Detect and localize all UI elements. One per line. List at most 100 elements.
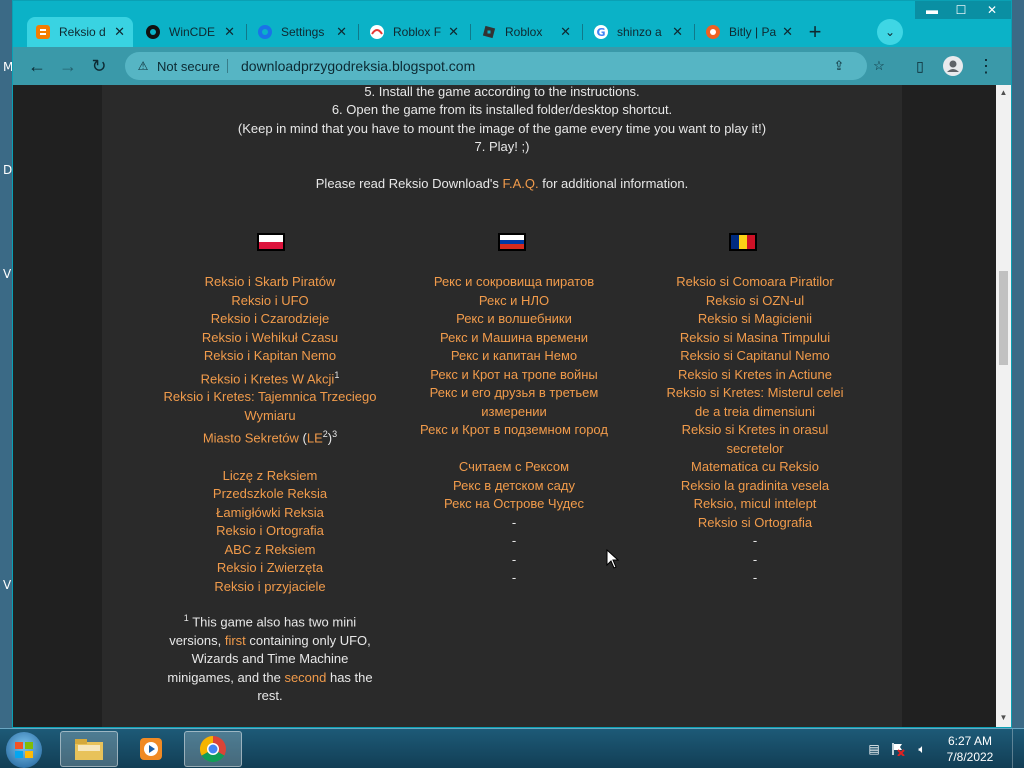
game-link[interactable]: Reksio si Kretes in Actiune — [643, 366, 867, 385]
game-link[interactable]: Reksio i Kretes W Akcji — [201, 371, 335, 386]
game-link[interactable]: secretelor — [643, 440, 867, 459]
missing-entry: - — [511, 514, 517, 530]
action-center-flag-icon[interactable] — [890, 741, 906, 757]
show-desktop-button[interactable] — [1012, 729, 1024, 768]
close-window-button[interactable]: ✕ — [973, 1, 1011, 19]
tab-reksio[interactable]: Reksio d ✕ — [27, 17, 133, 47]
system-clock[interactable]: 6:27 AM 7/8/2022 — [940, 733, 1000, 765]
faq-link[interactable]: F.A.Q. — [503, 176, 539, 191]
chrome-taskbar-button[interactable] — [184, 731, 242, 767]
reload-icon[interactable]: ↻ — [87, 54, 111, 78]
game-link[interactable]: Рекс на Острове Чудес — [402, 495, 626, 514]
game-link[interactable]: Reksio i Kapitan Nemo — [158, 347, 382, 366]
share-icon[interactable]: ⇪ — [831, 58, 847, 74]
bookmark-star-icon[interactable]: ☆ — [871, 58, 887, 74]
game-link[interactable]: Miasto Sekretów — [203, 431, 299, 446]
game-link[interactable]: Reksio si Ortografia — [643, 514, 867, 533]
game-link[interactable]: Reksio si Magicienii — [643, 310, 867, 329]
tab-title: Settings — [281, 25, 325, 39]
profile-avatar-icon[interactable] — [941, 54, 965, 78]
minimize-button[interactable]: ▬ — [915, 1, 949, 19]
game-link[interactable]: Рекс и НЛО — [402, 292, 626, 311]
game-link[interactable]: Рекс и Крот на тропе войны — [402, 366, 626, 385]
game-link[interactable]: Reksio i Zwierzęta — [158, 559, 382, 578]
game-link[interactable]: Рекс и Машина времени — [402, 329, 626, 348]
game-link[interactable]: Reksio i Wehikuł Czasu — [158, 329, 382, 348]
start-button[interactable] — [6, 732, 42, 768]
url-text[interactable]: downloadprzygodreksia.blogspot.com — [241, 58, 475, 74]
game-link[interactable]: Reksio si OZN-ul — [643, 292, 867, 311]
tab-settings[interactable]: Settings ✕ — [249, 17, 355, 47]
media-player-button[interactable] — [122, 731, 180, 767]
game-link[interactable]: Reksio, micul intelept — [643, 495, 867, 514]
security-label[interactable]: Not secure — [157, 59, 220, 74]
game-link[interactable]: Reksio la gradinita vesela — [643, 477, 867, 496]
game-link[interactable]: Рекс и капитан Немо — [402, 347, 626, 366]
game-link[interactable]: Рекс и волшебники — [402, 310, 626, 329]
close-tab-icon[interactable]: ✕ — [782, 24, 793, 40]
le-link[interactable]: LE — [307, 431, 323, 446]
scroll-down-arrow-icon[interactable]: ▼ — [999, 713, 1008, 722]
game-link[interactable]: измерении — [402, 403, 626, 422]
game-link[interactable]: de a treia dimensiuni — [643, 403, 867, 422]
game-link[interactable]: Рекс и сокровища пиратов — [402, 273, 626, 292]
forward-arrow-icon[interactable]: → — [56, 54, 80, 78]
game-link[interactable]: Wymiaru — [158, 407, 382, 426]
polish-flag-icon — [257, 233, 285, 251]
back-arrow-icon[interactable]: ← — [25, 54, 49, 78]
game-link[interactable]: Reksio i Ortografia — [158, 522, 382, 541]
new-tab-button[interactable]: + — [801, 18, 829, 46]
tab-roblox-f[interactable]: Roblox F ✕ — [361, 17, 467, 47]
game-link[interactable]: Рекс в детском саду — [402, 477, 626, 496]
tab-separator — [246, 24, 247, 40]
file-explorer-button[interactable] — [60, 731, 118, 767]
close-tab-icon[interactable]: ✕ — [448, 24, 459, 40]
game-link[interactable]: ABC z Reksiem — [158, 541, 382, 560]
game-link[interactable]: Рекс и Крот в подземном город — [402, 421, 626, 440]
game-link[interactable]: Reksio i przyjaciele — [158, 578, 382, 597]
second-version-link[interactable]: second — [284, 670, 326, 685]
game-link[interactable]: Reksio si Kretes in orasul — [643, 421, 867, 440]
close-tab-icon[interactable]: ✕ — [114, 24, 125, 40]
page-scrollbar[interactable]: ▲ ▼ — [996, 85, 1011, 727]
tab-google[interactable]: G shinzo a ✕ — [585, 17, 691, 47]
game-link[interactable]: Przedszkole Reksia — [158, 485, 382, 504]
volume-icon[interactable]: 🔈︎ — [914, 741, 930, 757]
tab-wincde[interactable]: WinCDE ✕ — [137, 17, 243, 47]
close-tab-icon[interactable]: ✕ — [336, 24, 347, 40]
game-link[interactable]: Liczę z Reksiem — [158, 467, 382, 486]
tab-search-chevron-icon[interactable]: ⌄ — [877, 19, 903, 45]
game-link[interactable]: Reksio si Comoara Piratilor — [643, 273, 867, 292]
game-link[interactable]: Reksio si Capitanul Nemo — [643, 347, 867, 366]
game-link[interactable]: Reksio i Kretes: Tajemnica Trzeciego — [158, 388, 382, 407]
tab-roblox[interactable]: Roblox ✕ — [473, 17, 579, 47]
game-link[interactable]: Reksio i UFO — [158, 292, 382, 311]
network-icon[interactable]: ▤ — [866, 741, 882, 757]
game-link[interactable]: Рекс и его друзья в третьем — [402, 384, 626, 403]
game-link[interactable]: Łamigłówki Reksia — [158, 504, 382, 523]
faq-suffix: for additional information. — [538, 176, 689, 191]
settings-gear-icon — [257, 24, 273, 40]
kebab-menu-icon[interactable]: ⋮ — [974, 54, 998, 78]
maximize-button[interactable]: ☐ — [949, 1, 973, 19]
close-tab-icon[interactable]: ✕ — [224, 24, 235, 40]
game-link[interactable]: Reksio si Masina Timpului — [643, 329, 867, 348]
game-link[interactable]: Reksio i Skarb Piratów — [158, 273, 382, 292]
address-bar[interactable]: ⚠ Not secure downloadprzygodreksia.blogs… — [125, 52, 885, 80]
scroll-thumb[interactable] — [999, 271, 1008, 365]
tab-bitly[interactable]: Bitly | Pa ✕ — [697, 17, 801, 47]
game-link[interactable]: Reksio i Czarodzieje — [158, 310, 382, 329]
first-version-link[interactable]: first — [225, 633, 246, 648]
polish-games-list: Reksio i Skarb Piratów Reksio i UFO Reks… — [158, 273, 382, 596]
instruction-note: (Keep in mind that you have to mount the… — [237, 121, 767, 136]
scroll-up-arrow-icon[interactable]: ▲ — [999, 88, 1008, 97]
close-tab-icon[interactable]: ✕ — [560, 24, 571, 40]
game-link[interactable]: Reksio si Kretes: Misterul celei — [643, 384, 867, 403]
le-open: ( — [298, 430, 307, 446]
game-link[interactable]: Matematica cu Reksio — [643, 458, 867, 477]
side-panel-icon[interactable]: ▯ — [908, 54, 932, 78]
game-link[interactable]: Считаем с Рексом — [402, 458, 626, 477]
tab-title: Reksio d — [59, 25, 106, 39]
close-tab-icon[interactable]: ✕ — [672, 24, 683, 40]
warning-triangle-icon[interactable]: ⚠ — [135, 58, 151, 74]
